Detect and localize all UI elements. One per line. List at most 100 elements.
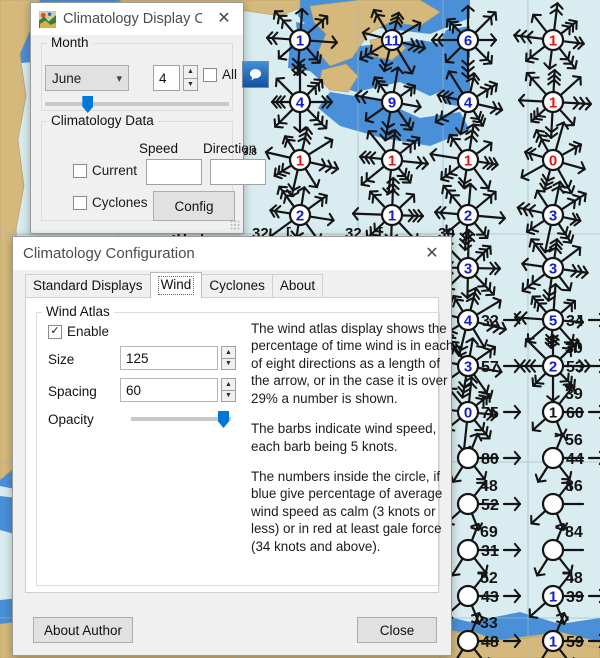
station-extra-value: 30 — [565, 340, 583, 357]
enable-checkbox-box[interactable]: ✓ — [48, 324, 62, 339]
current-checkbox-box[interactable] — [73, 163, 87, 178]
station-speed: 48 — [481, 634, 499, 651]
stepper-down-icon[interactable]: ▼ — [183, 78, 198, 91]
all-checkbox[interactable]: All — [203, 67, 237, 82]
station-number: 0 — [464, 405, 472, 422]
close-icon[interactable]: ✕ — [417, 241, 447, 267]
station-number: 1 — [388, 153, 396, 170]
current-checkbox[interactable]: Current — [73, 163, 137, 178]
config-button[interactable]: Config — [153, 191, 235, 221]
all-checkbox-label: All — [222, 67, 238, 82]
month-slider-thumb[interactable] — [82, 96, 94, 113]
spacing-label: Spacing — [48, 384, 97, 399]
climatology-display-dialog[interactable]: Climatology Display Co... ✕ Month June ▾… — [30, 2, 269, 234]
station-number: 5 — [549, 313, 557, 330]
station-number: 1 — [296, 153, 304, 170]
tab-cyclones[interactable]: Cyclones — [201, 274, 273, 298]
size-input[interactable]: 125 — [120, 346, 218, 370]
station-extra-value: 69 — [480, 524, 498, 541]
station-number: 6 — [464, 33, 472, 50]
station-speed: 53 — [566, 359, 584, 376]
info-button[interactable] — [242, 61, 269, 88]
wind-atlas-label: Wind Atlas — [42, 304, 114, 319]
opacity-slider[interactable] — [131, 411, 231, 428]
climatology-configuration-dialog[interactable]: Climatology Configuration ✕ Standard Dis… — [12, 236, 453, 656]
config-dialog-titlebar[interactable]: Climatology Configuration ✕ — [13, 237, 451, 270]
station-extra-value: 39 — [565, 386, 583, 403]
day-input[interactable]: 4 — [153, 65, 180, 91]
station-number: 3 — [464, 261, 472, 278]
stepper-up-icon[interactable]: ▲ — [183, 65, 198, 79]
day-stepper[interactable]: ▲ ▼ — [183, 65, 198, 91]
station-number: 2 — [464, 208, 472, 225]
station-number: 2 — [296, 208, 304, 225]
cyclones-checkbox-label: Cyclones — [92, 195, 148, 210]
month-select-value: June — [52, 70, 82, 86]
station-number: 3 — [464, 359, 472, 376]
station-extra-value: 84 — [565, 524, 583, 541]
tab-about[interactable]: About — [271, 274, 324, 298]
station-speed: 57 — [481, 359, 499, 376]
size-label: Size — [48, 352, 75, 367]
cyclones-checkbox[interactable]: Cyclones — [73, 195, 148, 210]
close-button[interactable]: Close — [357, 617, 437, 643]
station-number: 1 — [296, 33, 304, 50]
config-tabs[interactable]: Standard Displays Wind Cyclones About — [25, 272, 439, 298]
station-number: 1 — [549, 589, 557, 606]
tab-label: Standard Displays — [33, 278, 143, 294]
wind-atlas-description: The wind atlas display shows the percent… — [251, 320, 456, 568]
tab-label: About — [279, 278, 316, 294]
station-speed: 32 — [481, 313, 499, 330]
resize-grip-icon[interactable] — [230, 220, 240, 230]
enable-checkbox-label: Enable — [67, 324, 110, 339]
station-number: 2 — [549, 359, 557, 376]
close-icon[interactable]: ✕ — [209, 6, 239, 32]
enable-checkbox[interactable]: ✓ Enable — [48, 324, 109, 339]
tab-label: Wind — [160, 277, 192, 293]
station-speed: 43 — [481, 589, 499, 606]
month-slider-track[interactable] — [45, 102, 229, 106]
speech-bubble-icon — [249, 68, 262, 81]
display-dialog-titlebar[interactable]: Climatology Display Co... ✕ — [31, 3, 243, 35]
station-number: 0 — [549, 153, 557, 170]
current-speed-input[interactable] — [146, 159, 202, 185]
station-speed: 75 — [481, 405, 499, 422]
current-direction-input[interactable] — [210, 159, 266, 185]
station-number: 1 — [388, 208, 396, 225]
current-checkbox-label: Current — [92, 163, 138, 178]
spacing-input[interactable]: 60 — [120, 378, 218, 402]
speed-column-header: Speed — [139, 141, 179, 156]
station-number: 3 — [549, 208, 557, 225]
station-speed: 31 — [481, 543, 499, 560]
stepper-up-icon[interactable]: ▲ — [221, 346, 236, 359]
spacing-stepper[interactable]: ▲ ▼ — [221, 378, 236, 402]
spacing-input-value: 60 — [126, 382, 142, 398]
description-paragraph-2: The barbs indicate wind speed, each barb… — [251, 421, 437, 454]
month-slider[interactable] — [45, 96, 229, 113]
station-number: 9 — [388, 95, 396, 112]
tab-standard-displays[interactable]: Standard Displays — [25, 274, 151, 298]
size-stepper[interactable]: ▲ ▼ — [221, 346, 236, 370]
stepper-down-icon[interactable]: ▼ — [221, 390, 236, 402]
display-dialog-title: Climatology Display Co... — [63, 11, 202, 27]
station-number: 1 — [549, 95, 557, 112]
tab-wind[interactable]: Wind — [149, 272, 203, 298]
month-select[interactable]: June ▾ — [45, 65, 129, 91]
stepper-down-icon[interactable]: ▼ — [221, 358, 236, 370]
station-number: 3 — [549, 261, 557, 278]
station-extra-value: 48 — [480, 478, 498, 495]
opacity-slider-thumb[interactable] — [218, 411, 229, 428]
station-extra-value: 52 — [480, 570, 498, 587]
day-input-value: 4 — [159, 70, 167, 86]
station-extra-value: 86 — [565, 478, 583, 495]
cyclones-checkbox-box[interactable] — [73, 195, 87, 210]
station-number: 1 — [549, 405, 557, 422]
about-author-button[interactable]: About Author — [33, 617, 133, 643]
station-number: 11 — [384, 33, 400, 50]
all-checkbox-box[interactable] — [203, 67, 217, 82]
opacity-slider-track[interactable] — [131, 417, 231, 421]
description-paragraph-1: The wind atlas display shows the percent… — [251, 321, 454, 406]
station-speed: 52 — [481, 497, 499, 514]
chevron-down-icon: ▾ — [116, 72, 122, 85]
stepper-up-icon[interactable]: ▲ — [221, 378, 236, 391]
